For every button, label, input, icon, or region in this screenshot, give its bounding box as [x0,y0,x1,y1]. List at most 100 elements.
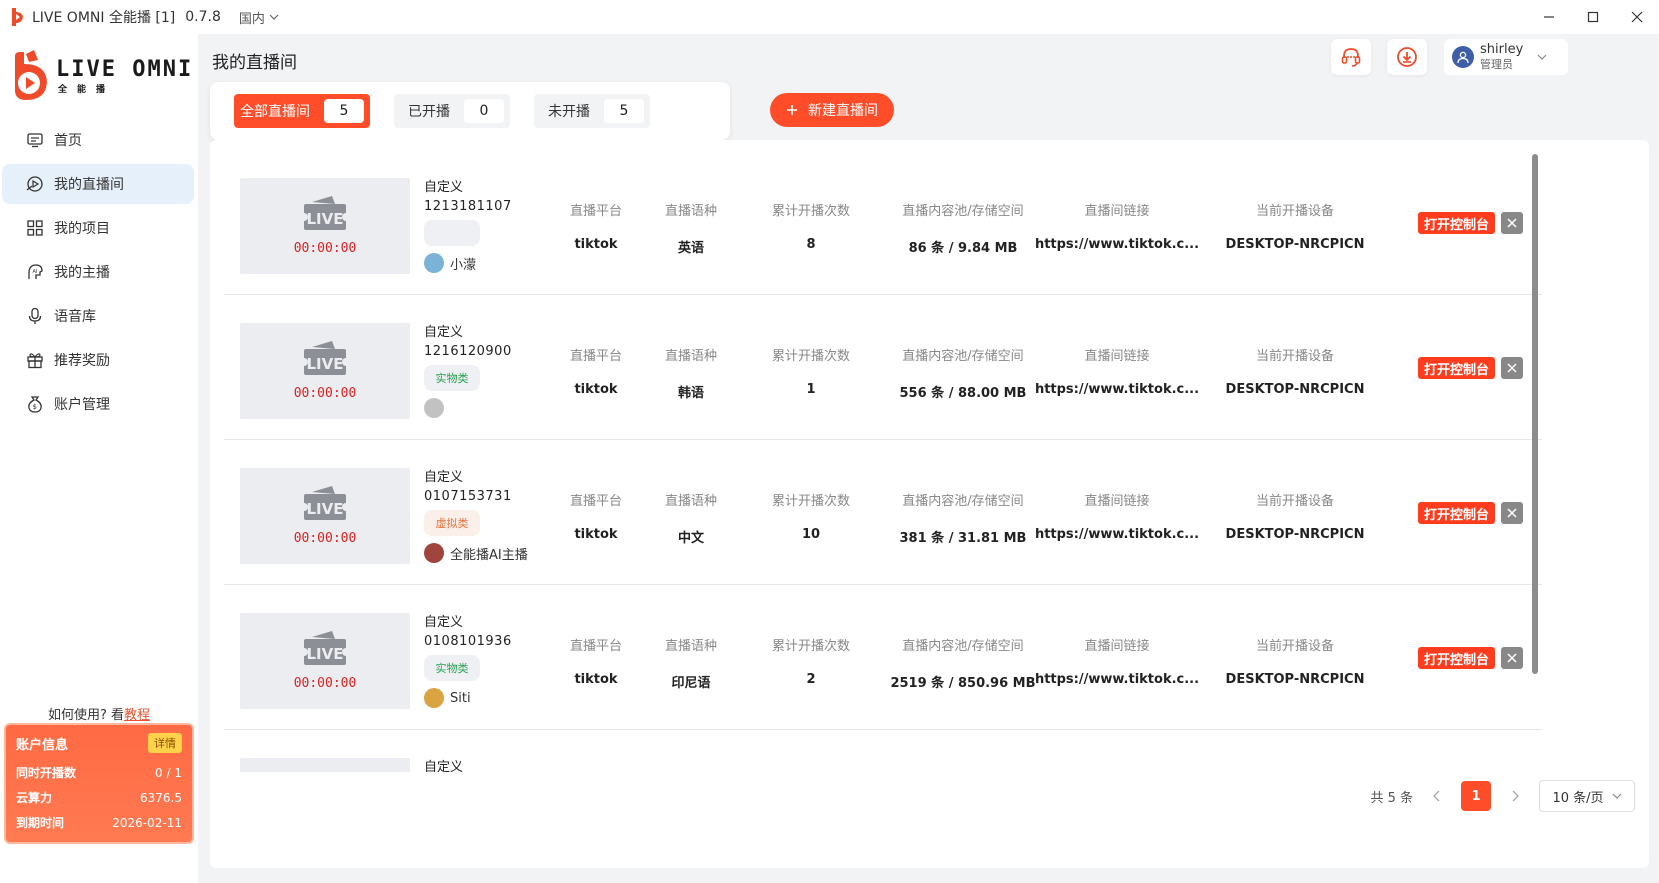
page-title: 我的直播间 [212,53,297,73]
page-number-current[interactable]: 1 [1461,781,1491,811]
open-console-button[interactable]: 打开控制台 [1418,357,1496,379]
page-size-select[interactable]: 10 条/页 [1539,780,1635,812]
sidebar-item-my-live-rooms[interactable]: 我的直播间 [2,164,194,204]
account-row-value: 0 / 1 [155,765,182,780]
account-detail-button[interactable]: 详情 [148,733,182,753]
svg-text:$: $ [33,403,37,411]
delete-room-button[interactable] [1501,357,1524,379]
room-thumbnail[interactable]: LIVE 00:00:00 [240,178,410,274]
filter-label: 已开播 [408,104,450,120]
column-header: 直播内容池/存储空间 [902,494,1024,509]
column-value[interactable]: https://www.tiktok.c... [1027,382,1207,397]
close-window-button[interactable] [1615,0,1659,34]
prev-page-icon[interactable] [1433,790,1441,802]
tutorial-link[interactable]: 教程 [124,708,150,723]
room-col-link: 直播间链接 https://www.tiktok.c... [1027,200,1207,252]
host-avatar [424,398,444,418]
column-value[interactable]: https://www.tiktok.c... [1027,237,1207,252]
column-value: DESKTOP-NRCPICN [1225,527,1365,542]
minimize-button[interactable] [1527,0,1571,34]
room-name: 自定义 [424,760,464,772]
sidebar-item-account-management[interactable]: $ 账户管理 [2,384,194,424]
room-name: 自定义 [424,180,464,195]
sidebar-item-voice-library[interactable]: 语音库 [2,296,194,336]
room-info: 自定义 0108101936 实物类 Siti [424,611,512,709]
account-info-panel: 账户信息 详情 同时开播数 0 / 1 云算力 6376.5 到期时间 2026… [4,723,194,844]
room-thumbnail[interactable]: LIVE [240,758,410,772]
room-col-link: 直播间链接 https://www.tiktok.c... [1027,345,1207,397]
room-col-device: 当前开播设备 DESKTOP-NRCPICN [1205,200,1385,252]
room-list: LIVE 00:00:00 自定义 1213181107 小濛 直播平台 tiktok 直播语… [224,150,1556,772]
room-host: 全能播AI主播 [424,542,528,564]
howto-hint: 如何使用? 看教程 [0,704,198,723]
tab-live[interactable]: 已开播 0 [394,94,510,128]
region-select[interactable]: 国内 [239,8,279,27]
column-value: DESKTOP-NRCPICN [1225,672,1365,687]
column-header: 直播间链接 [1084,639,1150,654]
room-filter-tabs: 全部直播间 5 已开播 0 未开播 5 [210,82,730,140]
open-console-button[interactable]: 打开控制台 [1418,212,1496,234]
sidebar: LIVE OMNI 全能播 首页 我的直播间 我的项目 AI 我的主播 语音库 … [0,34,198,883]
next-page-icon[interactable] [1511,790,1519,802]
tab-all-rooms[interactable]: 全部直播间 5 [234,94,370,128]
filter-label: 未开播 [548,104,590,120]
delete-room-button[interactable] [1501,502,1524,524]
room-col-device: 当前开播设备 DESKTOP-NRCPICN [1205,635,1385,687]
close-icon [1507,363,1517,373]
delete-room-button[interactable] [1501,647,1524,669]
sidebar-item-my-projects[interactable]: 我的项目 [2,208,194,248]
sidebar-item-my-anchors[interactable]: AI 我的主播 [2,252,194,292]
download-button[interactable] [1387,39,1427,75]
open-console-button[interactable]: 打开控制台 [1418,502,1496,524]
user-role: 管理员 [1480,58,1513,71]
chevron-down-icon [1612,793,1621,799]
filter-count: 0 [464,99,504,123]
room-thumbnail[interactable]: LIVE 00:00:00 [240,323,410,419]
new-room-button[interactable]: 新建直播间 [770,93,894,127]
room-col-storage: 直播内容池/存储空间 86 条 / 9.84 MB [873,200,1053,256]
room-info: 自定义 1216120900 实物类 [424,321,512,419]
new-room-label: 新建直播间 [808,103,878,119]
region-label: 国内 [238,11,265,27]
live-ticket-icon: LIVE [302,341,348,375]
chevron-down-icon [1537,54,1547,60]
host-avatar [424,543,444,563]
room-col-storage: 直播内容池/存储空间 2519 条 / 850.96 MB [873,635,1053,691]
room-info: 自定义 1213181107 小濛 [424,176,512,274]
delete-room-button[interactable] [1501,212,1524,234]
room-col-device: 当前开播设备 DESKTOP-NRCPICN [1205,345,1385,397]
wallet-icon: $ [28,396,42,413]
tab-not-live[interactable]: 未开播 5 [534,94,650,128]
column-value: DESKTOP-NRCPICN [1225,382,1365,397]
support-button[interactable] [1331,39,1371,75]
close-icon [1507,653,1517,663]
user-menu[interactable]: shirley 管理员 [1444,39,1568,75]
room-row: LIVE 00:00:00 自定义 1216120900 实物类 直播平台 tiktok 直播… [224,295,1542,440]
room-actions: 打开控制台 [1418,212,1524,234]
room-thumbnail[interactable]: LIVE 00:00:00 [240,613,410,709]
open-console-button[interactable]: 打开控制台 [1418,647,1496,669]
account-row: 同时开播数 0 / 1 [16,760,182,785]
maximize-button[interactable] [1571,0,1615,34]
room-host: Siti [424,687,512,709]
svg-text:LIVE: LIVE [307,355,344,373]
filter-count: 5 [324,99,364,123]
account-row: 云算力 6376.5 [16,785,182,810]
scrollbar[interactable] [1532,154,1538,674]
column-header: 直播内容池/存储空间 [902,204,1024,219]
live-ticket-icon: LIVE [302,631,348,665]
room-thumbnail[interactable]: LIVE 00:00:00 [240,468,410,564]
close-icon [1507,508,1517,518]
live-duration: 00:00:00 [293,531,357,546]
user-name: shirley [1480,42,1524,57]
filter-count: 5 [604,99,644,123]
sidebar-item-rewards[interactable]: 推荐奖励 [2,340,194,380]
live-room-icon [26,176,43,192]
sidebar-nav: 首页 我的直播间 我的项目 AI 我的主播 语音库 推荐奖励 $ 账户管理 [2,120,194,428]
close-icon [1631,11,1643,23]
sidebar-item-home[interactable]: 首页 [2,120,194,160]
column-value[interactable]: https://www.tiktok.c... [1027,672,1207,687]
sidebar-item-label: 账户管理 [54,397,110,413]
column-value[interactable]: https://www.tiktok.c... [1027,527,1207,542]
room-category-tag: 虚拟类 [424,510,480,536]
